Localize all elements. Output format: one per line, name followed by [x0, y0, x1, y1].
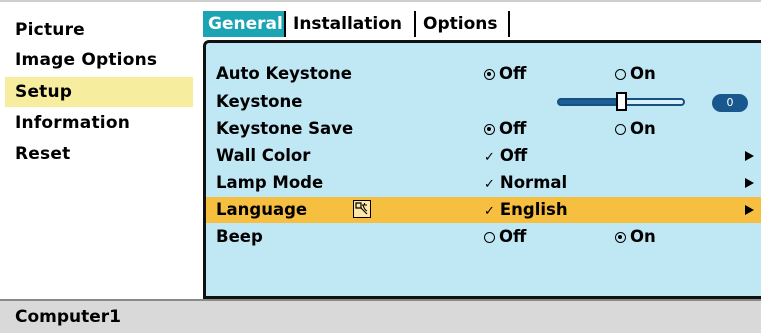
check-icon: ✓ [484, 177, 495, 192]
check-icon: ✓ [484, 150, 495, 165]
status-bar: Computer1 [0, 299, 761, 333]
left-menu-item-picture[interactable]: Picture [5, 15, 193, 45]
setting-label: Keystone [216, 92, 303, 111]
left-menu: Picture Image Options Setup Information … [5, 0, 195, 300]
tab-installation[interactable]: Installation [288, 11, 416, 37]
setting-row-keystone[interactable]: Keystone 0 [206, 89, 761, 115]
setting-label: Wall Color [216, 146, 311, 165]
keystone-value: 0 [712, 94, 748, 112]
setting-label: Auto Keystone [216, 64, 352, 83]
tab-options[interactable]: Options [418, 11, 510, 37]
left-menu-item-information[interactable]: Information [5, 108, 193, 138]
submenu-arrow-icon[interactable] [745, 178, 754, 188]
radio-unselected-icon [615, 69, 626, 80]
submenu-arrow-icon[interactable] [745, 205, 754, 215]
setting-row-lamp-mode[interactable]: Lamp Mode ✓ Normal [206, 170, 761, 196]
language-value: ✓ English [484, 200, 568, 219]
setting-label: Keystone Save [216, 119, 354, 138]
check-icon: ✓ [484, 204, 495, 219]
language-icon [353, 200, 371, 218]
submenu-arrow-icon[interactable] [745, 151, 754, 161]
setting-row-language[interactable]: Language ✓ English [206, 197, 761, 223]
input-source-label: Computer1 [15, 307, 122, 327]
radio-unselected-icon [484, 232, 495, 243]
radio-selected-icon [484, 124, 495, 135]
auto-keystone-on-radio[interactable]: On [615, 61, 656, 87]
lamp-mode-value: ✓ Normal [484, 173, 568, 192]
setting-label: Lamp Mode [216, 173, 324, 192]
setting-row-keystone-save[interactable]: Keystone Save Off On [206, 116, 761, 142]
keystone-save-off-radio[interactable]: Off [484, 116, 526, 142]
radio-unselected-icon [615, 124, 626, 135]
radio-selected-icon [615, 232, 626, 243]
keystone-slider-thumb[interactable] [616, 92, 627, 111]
setting-row-auto-keystone[interactable]: Auto Keystone Off On [206, 61, 761, 87]
radio-selected-icon [484, 69, 495, 80]
beep-off-radio[interactable]: Off [484, 224, 526, 250]
setting-label: Beep [216, 227, 263, 246]
beep-on-radio[interactable]: On [615, 224, 656, 250]
wall-color-value: ✓ Off [484, 146, 528, 165]
osd-menu: Picture Image Options Setup Information … [0, 0, 761, 333]
keystone-save-on-radio[interactable]: On [615, 116, 656, 142]
left-menu-item-reset[interactable]: Reset [5, 139, 193, 169]
setting-row-wall-color[interactable]: Wall Color ✓ Off [206, 143, 761, 169]
settings-panel: Auto Keystone Off On Keystone 0 Keystone… [203, 40, 761, 299]
auto-keystone-off-radio[interactable]: Off [484, 61, 526, 87]
left-menu-item-setup[interactable]: Setup [5, 77, 193, 107]
setting-row-beep[interactable]: Beep Off On [206, 224, 761, 250]
tab-general[interactable]: General [203, 11, 286, 37]
setting-label: Language [216, 200, 308, 219]
left-menu-item-image-options[interactable]: Image Options [5, 45, 193, 75]
